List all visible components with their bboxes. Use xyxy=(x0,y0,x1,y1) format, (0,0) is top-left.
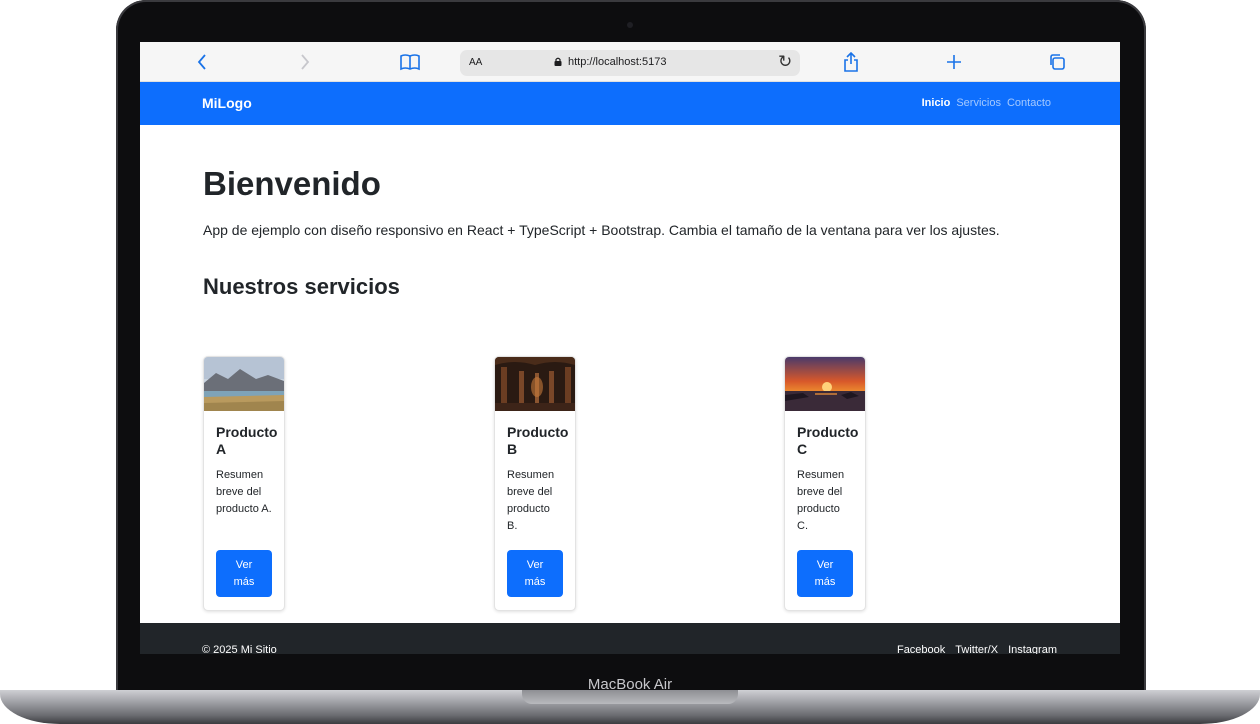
footer-copyright: © 2025 Mi Sitio xyxy=(202,644,277,654)
card-text: Resumen breve del producto C. xyxy=(797,469,845,532)
services-heading: Nuestros servicios xyxy=(203,274,400,299)
site-navbar: MiLogo Inicio Servicios Contacto xyxy=(140,82,1120,125)
nav-link-contacto[interactable]: Contacto xyxy=(1007,97,1051,109)
footer-link-twitter[interactable]: Twitter/X xyxy=(955,644,998,654)
text-size-button[interactable]: AA xyxy=(469,57,482,68)
camera-dot xyxy=(627,22,633,28)
ver-mas-button[interactable]: Ver más xyxy=(507,550,563,597)
forward-icon[interactable] xyxy=(295,50,315,74)
card-title: Producto A xyxy=(216,424,278,457)
lock-icon xyxy=(554,57,562,66)
footer-link-facebook[interactable]: Facebook xyxy=(897,644,945,654)
page-lead: App de ejemplo con diseño responsivo en … xyxy=(203,222,1000,238)
new-tab-icon[interactable] xyxy=(943,50,965,74)
footer-links: Facebook Twitter/X Instagram xyxy=(897,644,1057,654)
card-title: Producto C xyxy=(797,424,859,457)
address-bar[interactable]: AA http://localhost:5173 ↻ xyxy=(460,50,800,76)
page-title: Bienvenido xyxy=(203,165,381,202)
card-image xyxy=(495,357,575,411)
ver-mas-button[interactable]: Ver más xyxy=(216,550,272,597)
service-card: Producto B Resumen breve del producto B.… xyxy=(494,356,576,611)
card-text: Resumen breve del producto A. xyxy=(216,469,272,515)
card-image xyxy=(204,357,284,411)
url-text: http://localhost:5173 xyxy=(568,56,667,68)
service-card: Producto A Resumen breve del producto A.… xyxy=(203,356,285,611)
nav-link-servicios[interactable]: Servicios xyxy=(956,97,1001,109)
back-icon[interactable] xyxy=(192,50,212,74)
laptop-notch xyxy=(522,690,738,704)
reload-icon[interactable]: ↻ xyxy=(778,52,792,72)
card-image xyxy=(785,357,865,411)
site-footer: © 2025 Mi Sitio Facebook Twitter/X Insta… xyxy=(140,623,1120,654)
nav-links: Inicio Servicios Contacto xyxy=(922,97,1051,109)
nav-link-inicio[interactable]: Inicio xyxy=(922,97,951,109)
share-icon[interactable] xyxy=(840,50,862,74)
browser-screen: AA http://localhost:5173 ↻ MiLogo Inicio… xyxy=(140,42,1120,654)
site-logo[interactable]: MiLogo xyxy=(202,95,252,111)
browser-toolbar: AA http://localhost:5173 ↻ xyxy=(140,42,1120,82)
ver-mas-button[interactable]: Ver más xyxy=(797,550,853,597)
service-card: Producto C Resumen breve del producto C.… xyxy=(784,356,866,611)
tabs-overview-icon[interactable] xyxy=(1046,50,1068,74)
card-title: Producto B xyxy=(507,424,569,457)
bookmarks-icon[interactable] xyxy=(397,50,423,74)
footer-link-instagram[interactable]: Instagram xyxy=(1008,644,1057,654)
card-text: Resumen breve del producto B. xyxy=(507,469,555,532)
